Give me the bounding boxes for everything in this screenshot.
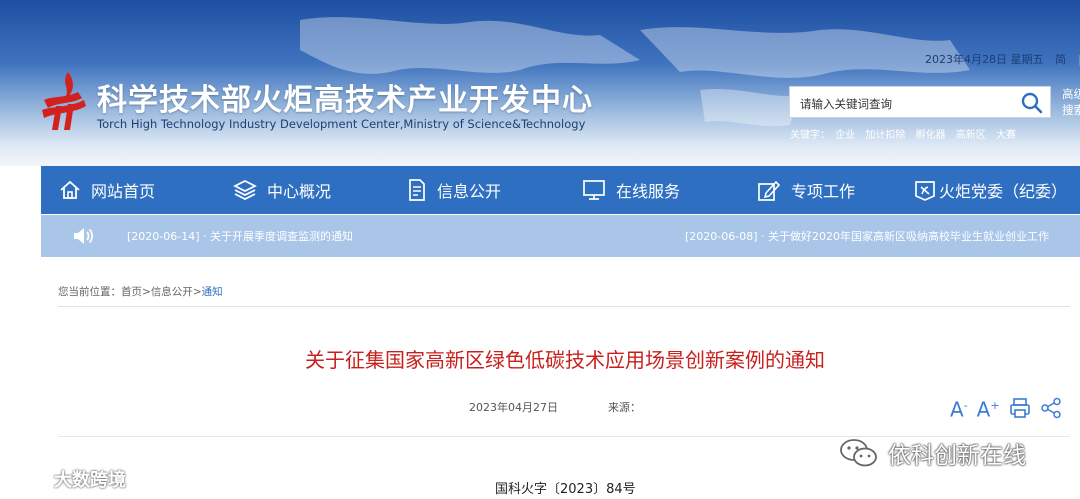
brand-logo-icon	[8, 471, 50, 487]
breadcrumb-prefix: 您当前位置：	[58, 286, 121, 298]
advanced-search-link-line2[interactable]: 搜索	[1062, 102, 1080, 118]
search-icon[interactable]	[1020, 91, 1044, 115]
keywords-label: 关键字：	[790, 130, 830, 141]
nav-item-overview[interactable]: 中心概况	[233, 166, 331, 214]
article-tools: A- A+	[950, 394, 1071, 422]
keyword-link[interactable]: 高新区	[956, 130, 986, 141]
breadcrumb-current-link[interactable]: 通知	[202, 286, 223, 298]
breadcrumb-separator: >	[192, 286, 202, 298]
document-icon	[409, 179, 425, 201]
home-icon	[60, 180, 80, 199]
speaker-icon	[74, 228, 93, 244]
edit-icon	[758, 180, 781, 201]
lang-simplified-link[interactable]: 简	[1055, 53, 1066, 66]
article-source-label: 来源：	[608, 401, 641, 414]
keyword-link[interactable]: 加计扣除	[865, 130, 905, 141]
share-icon[interactable]	[1040, 397, 1062, 419]
nav-item-special-work[interactable]: 专项工作	[757, 166, 855, 214]
breadcrumb: 您当前位置：首页>信息公开>通知	[58, 284, 223, 299]
party-icon	[915, 181, 935, 201]
nav-item-online-service[interactable]: 在线服务	[582, 166, 680, 214]
main-nav: 网站首页 中心概况 信息公开 在线服务 专项工作 火炬党委（纪委）	[41, 166, 1080, 214]
keyword-link[interactable]: 大赛	[996, 130, 1016, 141]
breadcrumb-separator: >	[142, 286, 151, 298]
nav-label: 中心概况	[267, 182, 332, 201]
nav-label: 在线服务	[616, 182, 681, 201]
font-increase-sign: +	[990, 399, 1000, 413]
nav-item-party-committee[interactable]: 火炬党委（纪委）	[913, 166, 1067, 214]
font-increase-letter: A	[976, 397, 991, 422]
document-number: 国科火字〔2023〕84号	[495, 482, 636, 497]
nav-item-info[interactable]: 信息公开	[407, 166, 501, 214]
font-increase-button[interactable]: A+	[977, 396, 1000, 420]
font-decrease-letter: A	[950, 397, 964, 422]
nav-label: 专项工作	[791, 182, 856, 201]
monitor-icon	[583, 180, 605, 200]
advanced-search-link-line1[interactable]: 高级	[1062, 86, 1080, 102]
breadcrumb-home-link[interactable]: 首页	[121, 286, 142, 298]
wechat-icon	[840, 439, 877, 467]
org-name-en: Torch High Technology Industry Developme…	[97, 117, 586, 131]
keyword-link[interactable]: 企业	[835, 130, 855, 141]
font-decrease-button[interactable]: A-	[950, 396, 968, 420]
keyword-link[interactable]: 孵化器	[916, 130, 946, 141]
current-date: 2023年4月28日 星期五	[925, 53, 1044, 66]
search-box	[789, 86, 1051, 118]
news-ticker: [2020-06-14] · 关于开展季度调查监测的通知 [2020-06-08…	[41, 215, 1080, 257]
brand-watermark: 大数跨境	[6, 466, 126, 492]
nav-label: 网站首页	[91, 182, 156, 201]
print-icon[interactable]	[1009, 397, 1031, 419]
search-input[interactable]	[798, 93, 1022, 115]
brand-name: 大数跨境	[54, 470, 126, 491]
layers-icon	[233, 180, 257, 200]
divider	[58, 306, 1070, 307]
wechat-account-name: 依科创新在线	[888, 443, 1026, 469]
ticker-news-link[interactable]: [2020-06-08] · 关于做好2020年国家高新区吸纳高校毕业生就业创业…	[685, 228, 1049, 244]
article-date: 2023年04月27日	[469, 401, 558, 414]
nav-item-home[interactable]: 网站首页	[59, 166, 155, 214]
org-name-cn: 科学技术部火炬高技术产业开发中心	[97, 83, 593, 118]
ticker-news-link[interactable]: [2020-06-14] · 关于开展季度调查监测的通知	[127, 228, 353, 244]
font-decrease-sign: -	[963, 399, 968, 413]
nav-label: 火炬党委（纪委）	[939, 182, 1068, 201]
date-language-bar: 2023年4月28日 星期五 简 | EN	[925, 51, 1080, 67]
torch-logo-icon	[42, 72, 86, 130]
header-banner: 科学技术部火炬高技术产业开发中心 Torch High Technology I…	[0, 0, 1080, 166]
nav-label: 信息公开	[437, 182, 502, 201]
hot-keywords: 关键字： 企业 加计扣除 孵化器 高新区 大赛	[790, 126, 1023, 141]
breadcrumb-section-link[interactable]: 信息公开	[151, 286, 193, 298]
article-title: 关于征集国家高新区绿色低碳技术应用场景创新案例的通知	[305, 348, 825, 372]
wechat-watermark: 依科创新在线	[838, 436, 1026, 470]
